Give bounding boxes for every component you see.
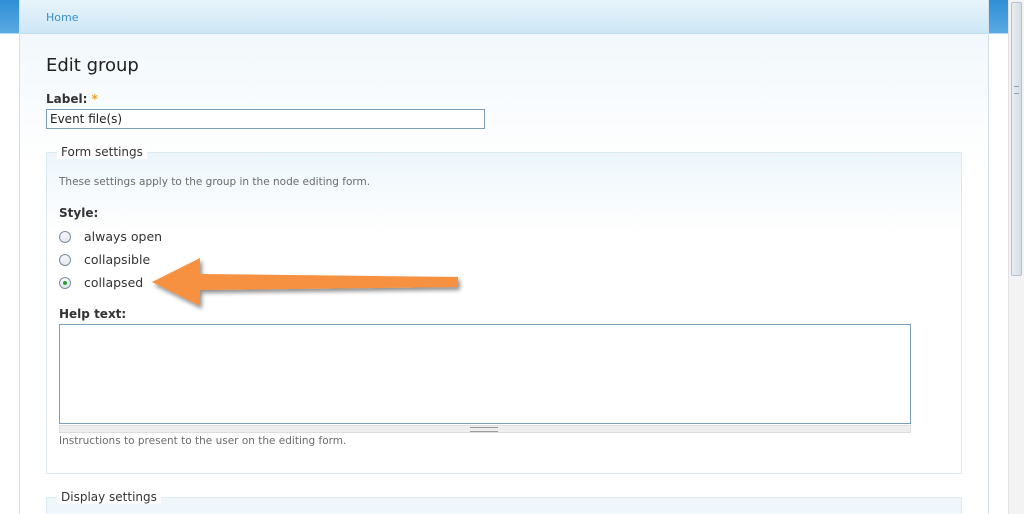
label-field-label: Label: * [46,92,98,106]
resize-grip-icon [470,427,498,432]
vertical-scrollbar[interactable] [1008,0,1024,514]
right-header-band [988,0,1008,514]
help-text-textarea[interactable] [59,324,911,424]
style-label: Style: [59,206,99,220]
page: Home Edit group Label: * Form settings T… [0,0,1024,514]
left-header-band [0,0,19,514]
orange-arrow-annotation [152,258,458,306]
breadcrumb: Home [20,0,988,34]
arrow-shape [152,258,458,306]
scrollbar-thumb[interactable] [1011,2,1022,276]
radio-collapsible[interactable] [59,254,71,266]
label-input[interactable] [46,109,485,129]
display-settings-legend[interactable]: Display settings [57,490,161,504]
help-text-label: Help text: [59,307,127,321]
radio-always-open[interactable] [59,231,71,243]
page-title: Edit group [46,55,139,76]
display-settings-fieldset: Display settings [46,490,962,514]
help-text-description: Instructions to present to the user on t… [59,435,347,447]
radio-label-always-open[interactable]: always open [84,229,162,244]
radio-collapsed[interactable] [59,277,71,289]
radio-label-collapsed[interactable]: collapsed [84,275,143,290]
textarea-resize-handle[interactable] [59,425,911,433]
form-settings-description: These settings apply to the group in the… [59,176,371,188]
label-field-label-text: Label: [46,92,88,106]
breadcrumb-home-link[interactable]: Home [46,11,78,24]
scrollbar-grip-icon [1014,86,1019,94]
required-marker: * [91,92,98,106]
form-settings-legend: Form settings [57,145,147,159]
